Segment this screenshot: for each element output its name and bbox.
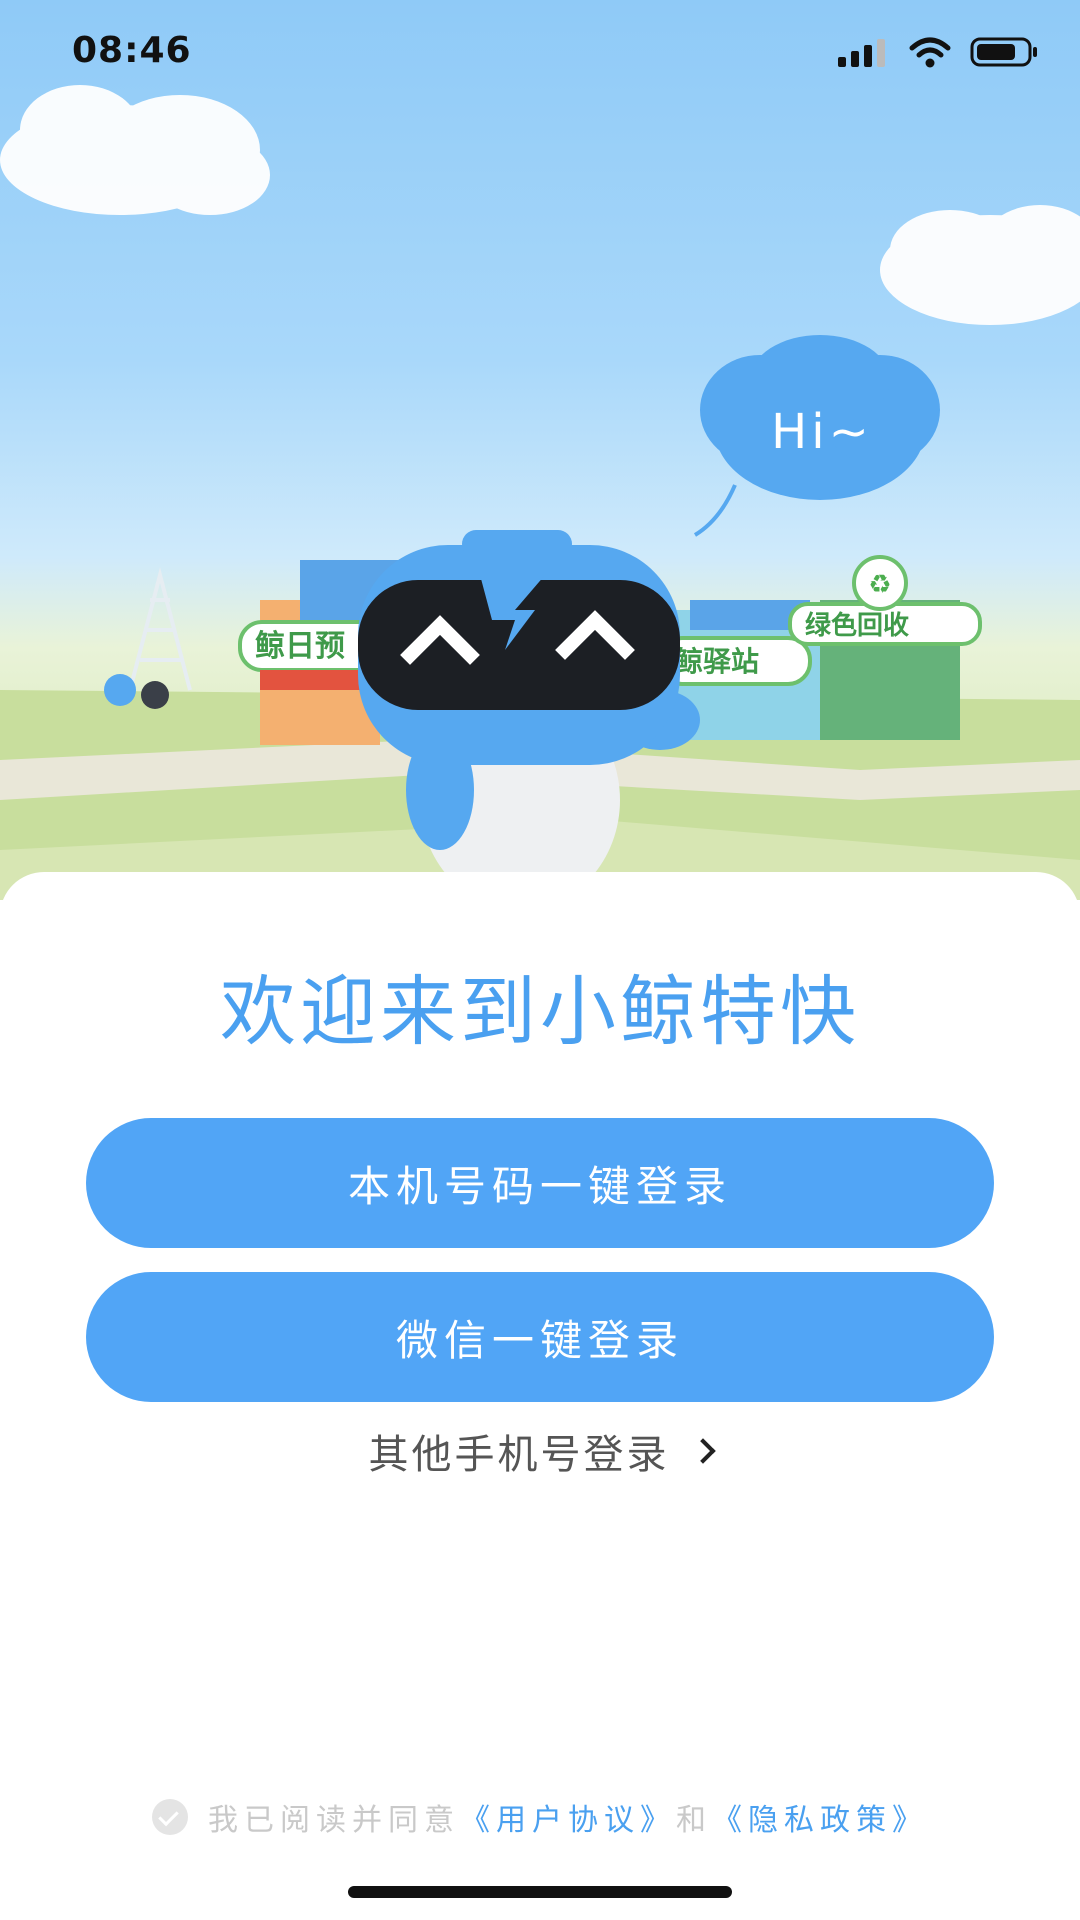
status-bar: 08:46 xyxy=(0,0,1080,110)
home-indicator[interactable] xyxy=(348,1886,732,1898)
wifi-icon xyxy=(908,36,952,72)
other-phone-login-link[interactable]: 其他手机号登录 xyxy=(0,1422,1080,1480)
cloud-right xyxy=(880,205,1080,325)
agreement-prefix: 我已阅读并同意 xyxy=(208,1803,460,1838)
chevron-right-icon xyxy=(689,1438,716,1464)
svg-text:♻: ♻ xyxy=(868,570,891,600)
other-phone-login-label: 其他手机号登录 xyxy=(368,1432,670,1478)
privacy-policy-link[interactable]: 《隐私政策》 xyxy=(712,1795,928,1839)
wechat-one-click-login-button[interactable]: 微信一键登录 xyxy=(86,1272,994,1402)
sign-middle: 鲸驿站 xyxy=(675,645,759,678)
check-icon[interactable] xyxy=(152,1799,188,1835)
status-icons xyxy=(838,36,1040,72)
user-agreement-link[interactable]: 《用户协议》 xyxy=(460,1795,676,1839)
speech-bubble-text: Hi~ xyxy=(771,404,873,460)
battery-icon xyxy=(970,36,1040,72)
agreement-row: 我已阅读并同意 《用户协议》 和 《隐私政策》 xyxy=(0,1795,1080,1839)
sign-left: 鲸日预 xyxy=(255,629,345,664)
sign-right: 绿色回收 xyxy=(805,610,909,641)
hero-illustration: Hi~ 鲸日预 ♻ 鲸驿站 绿色回收 xyxy=(0,0,1080,900)
phone-one-click-login-button[interactable]: 本机号码一键登录 xyxy=(86,1118,994,1248)
signal-icon xyxy=(838,37,890,71)
agreement-and: 和 xyxy=(676,1803,712,1838)
tower xyxy=(128,567,192,691)
welcome-title: 欢迎来到小鲸特快 xyxy=(220,967,860,1056)
status-time: 08:46 xyxy=(72,30,192,71)
